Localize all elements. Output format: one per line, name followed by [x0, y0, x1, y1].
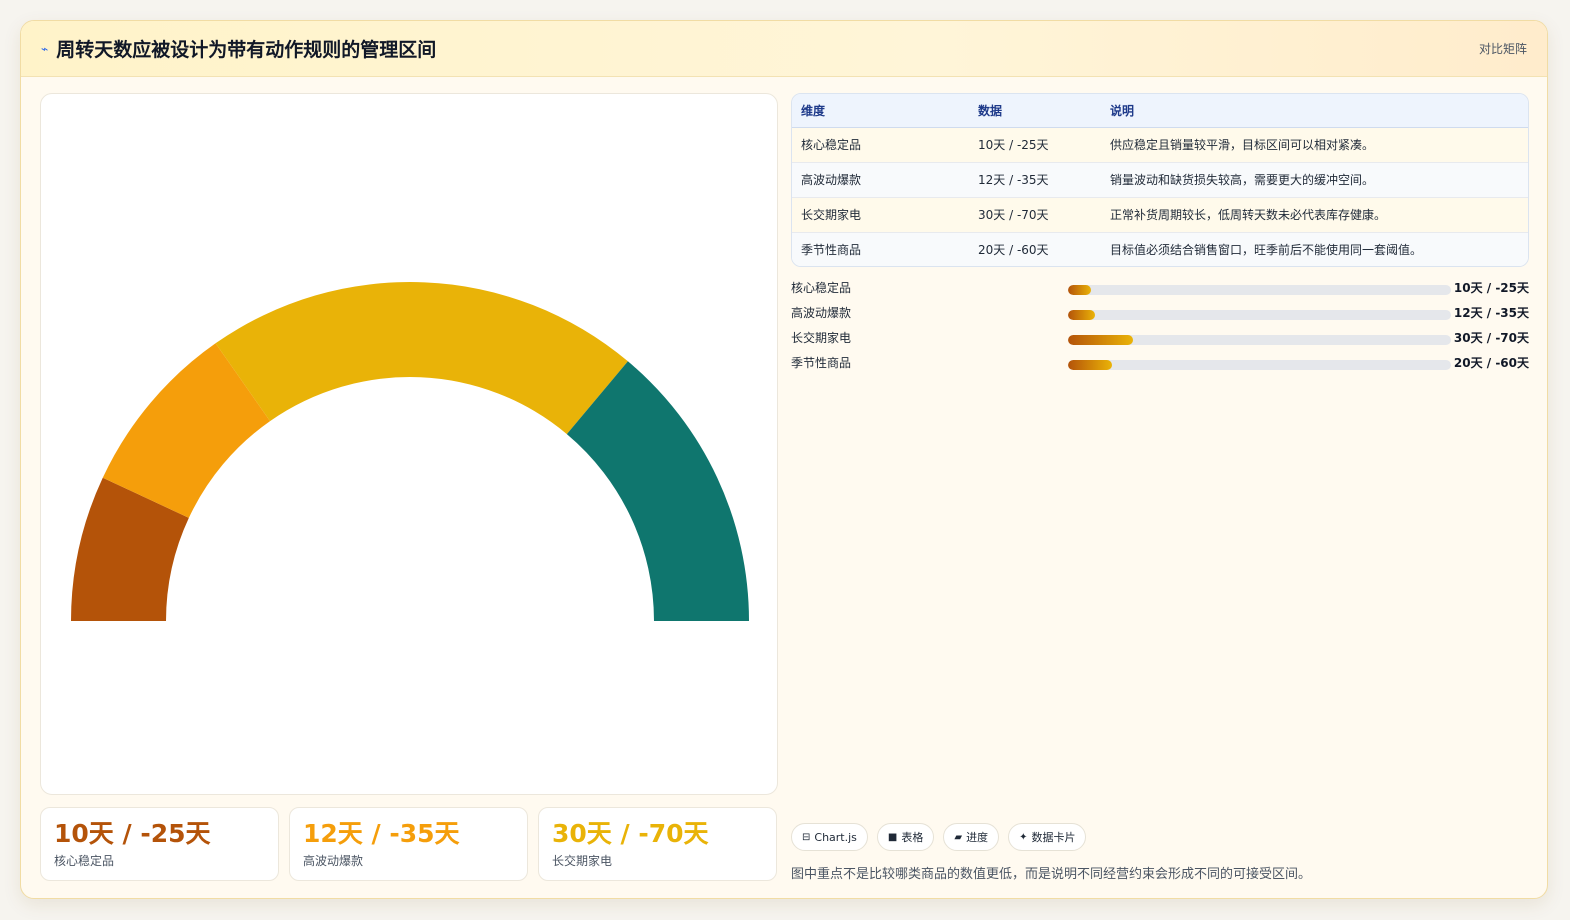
progress-row: 高波动爆款 12天 / -35天 [791, 302, 1529, 327]
table-cell: 长交期家电 [792, 197, 969, 233]
table-cell: 供应稳定且销量较平滑，目标区间可以相对紧凑。 [1101, 127, 1528, 163]
progress-label: 长交期家电 [791, 331, 852, 345]
view-tag: 对比矩阵 [1478, 42, 1527, 56]
progress-value: 10天 / -25天 [1453, 281, 1529, 295]
column-header: 说明 [1101, 94, 1528, 128]
progress-list: 核心稳定品 10天 / -25天 高波动爆款 12天 / -35天 长交期家电 … [791, 277, 1529, 377]
progress-track [1068, 310, 1451, 320]
table-row: 高波动爆款 12天 / -35天 销量波动和缺货损失较高，需要更大的缓冲空间。 [792, 162, 1528, 198]
table-cell: 正常补货周期较长，低周转天数未必代表库存健康。 [1101, 197, 1528, 233]
progress-value: 30天 / -70天 [1453, 331, 1529, 345]
kpi-card: 10天 / -25天 核心稳定品 [40, 807, 279, 881]
table-row: 季节性商品 20天 / -60天 目标值必须结合销售窗口，旺季前后不能使用同一套… [792, 232, 1528, 266]
progress-row: 核心稳定品 10天 / -25天 [791, 277, 1529, 302]
kpi-value: 10天 / -25天 [54, 819, 211, 848]
gauge-segment [215, 282, 628, 435]
chip-label: Chart.js [814, 830, 857, 844]
table-cell: 核心稳定品 [792, 127, 969, 163]
kpi-value: 30天 / -70天 [552, 819, 709, 848]
progress-value: 20天 / -60天 [1453, 356, 1529, 370]
comparison-table: 维度 数据 说明 核心稳定品 10天 / -25天 供应稳定且销量较平滑，目标区… [791, 93, 1529, 267]
chart-icon: ⊟ [802, 831, 811, 843]
table-header-row: 维度 数据 说明 [792, 94, 1528, 128]
column-header: 维度 [792, 94, 969, 128]
kpi-label: 核心稳定品 [54, 854, 115, 868]
progress-fill [1068, 310, 1095, 320]
progress-track [1068, 285, 1451, 295]
progress-label: 核心稳定品 [791, 281, 852, 295]
progress-track [1068, 360, 1451, 370]
progress-icon: ▰ [954, 831, 963, 843]
table-row: 长交期家电 30天 / -70天 正常补货周期较长，低周转天数未必代表库存健康。 [792, 197, 1528, 233]
gauge-chart [71, 282, 749, 621]
chip-chartjs[interactable]: ⊟ Chart.js [791, 823, 868, 851]
chip-label: 表格 [901, 831, 924, 844]
tech-chips: ⊟ Chart.js ■ 表格 ▰ 进度 ✦ 数据卡片 [791, 823, 1087, 851]
chart-icon: ⌁ [41, 41, 49, 56]
card-header: ⌁ 周转天数应被设计为带有动作规则的管理区间 对比矩阵 [21, 21, 1547, 77]
column-header: 数据 [969, 94, 1101, 128]
page-title: 周转天数应被设计为带有动作规则的管理区间 [56, 39, 437, 61]
table-cell: 目标值必须结合销售窗口，旺季前后不能使用同一套阈值。 [1101, 232, 1528, 266]
kpi-label: 长交期家电 [552, 854, 613, 868]
kpi-card: 12天 / -35天 高波动爆款 [289, 807, 528, 881]
table-cell: 季节性商品 [792, 232, 969, 266]
table-row: 核心稳定品 10天 / -25天 供应稳定且销量较平滑，目标区间可以相对紧凑。 [792, 127, 1528, 163]
progress-row: 长交期家电 30天 / -70天 [791, 327, 1529, 352]
gauge-panel [40, 93, 778, 795]
chip-table[interactable]: ■ 表格 [876, 823, 935, 851]
kpi-label: 高波动爆款 [303, 854, 364, 868]
chip-progress[interactable]: ▰ 进度 [943, 823, 1000, 851]
table-cell: 销量波动和缺货损失较高，需要更大的缓冲空间。 [1101, 162, 1528, 198]
progress-row: 季节性商品 20天 / -60天 [791, 352, 1529, 377]
progress-label: 高波动爆款 [791, 306, 852, 320]
kpi-value: 12天 / -35天 [303, 819, 460, 848]
progress-fill [1068, 335, 1134, 345]
table-icon: ■ [887, 831, 898, 843]
chip-label: 进度 [966, 831, 989, 844]
table-cell: 10天 / -25天 [969, 127, 1101, 163]
table-cell: 30天 / -70天 [969, 197, 1101, 233]
kpi-card: 30天 / -70天 长交期家电 [538, 807, 777, 881]
progress-fill [1068, 360, 1113, 370]
table-cell: 20天 / -60天 [969, 232, 1101, 266]
progress-track [1068, 335, 1451, 345]
card-icon: ✦ [1019, 831, 1028, 843]
chip-data-card[interactable]: ✦ 数据卡片 [1008, 823, 1087, 851]
progress-value: 12天 / -35天 [1453, 306, 1529, 320]
chip-label: 数据卡片 [1031, 831, 1076, 844]
main-card: ⌁ 周转天数应被设计为带有动作规则的管理区间 对比矩阵 10天 / -25天 核… [20, 20, 1548, 899]
footnote: 图中重点不是比较哪类商品的数值更低，而是说明不同经营约束会形成不同的可接受区间。 [791, 867, 1312, 882]
progress-fill [1068, 285, 1091, 295]
progress-label: 季节性商品 [791, 356, 852, 370]
table-cell: 12天 / -35天 [969, 162, 1101, 198]
table-cell: 高波动爆款 [792, 162, 969, 198]
